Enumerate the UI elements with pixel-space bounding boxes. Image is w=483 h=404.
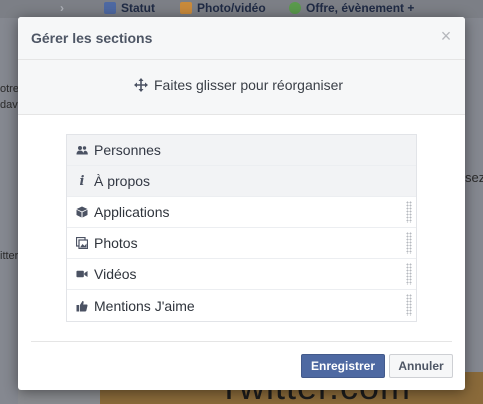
photos-icon	[76, 237, 88, 249]
close-icon[interactable]: ×	[438, 27, 454, 45]
people-icon	[76, 144, 88, 156]
cancel-button[interactable]: Annuler	[389, 354, 453, 378]
move-arrows-icon	[134, 78, 148, 92]
manage-sections-dialog: Gérer les sections × Faites glisser pour…	[18, 17, 465, 390]
drag-hint-bar: Faites glisser pour réorganiser	[18, 60, 465, 115]
section-row-personnes: Personnes	[67, 135, 416, 166]
background-text-fragment: dav	[0, 99, 18, 111]
section-label: Applications	[94, 204, 170, 220]
status-label: Statut	[121, 1, 155, 15]
background-text-fragment: otre	[0, 83, 19, 95]
section-label: Personnes	[94, 142, 161, 158]
dialog-title: Gérer les sections	[31, 30, 153, 46]
drag-hint: Faites glisser pour réorganiser	[134, 77, 343, 93]
status-tab: Statut	[104, 1, 155, 15]
photo-video-tab: Photo/vidéo	[180, 1, 266, 15]
section-label: Vidéos	[94, 266, 137, 282]
section-list: Personnes i À propos Applications Photos…	[66, 134, 417, 322]
thumbs-up-icon	[76, 300, 88, 312]
chevron-right-icon: ›	[60, 1, 64, 15]
drag-handle[interactable]	[406, 201, 412, 223]
section-row-applications[interactable]: Applications	[67, 197, 416, 228]
background-text-fragment: sez	[465, 170, 483, 185]
info-icon: i	[79, 173, 85, 189]
section-label: Mentions J'aime	[94, 297, 195, 314]
footer-divider	[31, 341, 452, 342]
section-row-mentions-jaime[interactable]: Mentions J'aime	[67, 290, 416, 321]
pencil-icon	[104, 2, 116, 14]
offer-event-label: Offre, évènement +	[306, 1, 415, 15]
offer-event-tab: Offre, évènement +	[289, 1, 414, 15]
dialog-header: Gérer les sections ×	[18, 17, 465, 60]
drag-handle[interactable]	[406, 232, 412, 254]
section-row-a-propos: i À propos	[67, 166, 416, 197]
photo-video-label: Photo/vidéo	[197, 1, 266, 15]
video-camera-icon	[76, 268, 88, 280]
background-right-column	[465, 18, 483, 404]
offer-icon	[289, 2, 301, 14]
section-label: Photos	[94, 235, 138, 251]
background-left-column	[0, 18, 18, 404]
cube-icon	[76, 206, 88, 218]
section-row-videos[interactable]: Vidéos	[67, 259, 416, 290]
background-text-fragment: itter	[0, 250, 19, 262]
save-button[interactable]: Enregistrer	[301, 354, 385, 378]
photo-icon	[180, 2, 192, 14]
section-label: À propos	[94, 173, 151, 189]
drag-handle[interactable]	[406, 263, 412, 285]
section-row-photos[interactable]: Photos	[67, 228, 416, 259]
drag-hint-text: Faites glisser pour réorganiser	[154, 77, 344, 93]
composer-bar: Statut Photo/vidéo Offre, évènement + ›	[0, 0, 483, 18]
drag-handle[interactable]	[406, 294, 412, 316]
